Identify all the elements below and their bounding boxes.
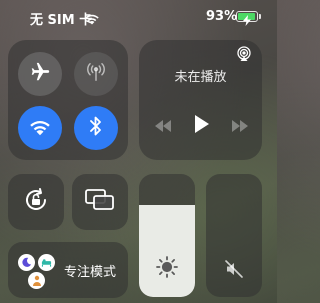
fast-forward-icon[interactable] (230, 118, 250, 137)
brightness-slider[interactable] (139, 174, 195, 297)
battery-cap (259, 14, 261, 19)
carrier-label: 无 SIM 卡 (30, 13, 93, 28)
airplane-mode-toggle[interactable] (18, 52, 62, 96)
play-icon[interactable] (192, 114, 210, 138)
charging-bolt-icon (242, 11, 252, 30)
now-playing-panel[interactable]: 未在播放 (139, 40, 262, 160)
wifi-toggle[interactable] (18, 106, 62, 150)
battery-percent: 93% (206, 9, 238, 24)
person-icon (28, 272, 45, 289)
volume-slider[interactable] (206, 174, 262, 297)
cellular-antenna-icon (85, 61, 107, 87)
now-playing-title: 未在播放 (174, 70, 227, 85)
status-bar: 无 SIM 卡 93% (0, 8, 277, 28)
screen-mirroring-button[interactable] (72, 174, 128, 230)
cellular-data-toggle[interactable] (74, 52, 118, 96)
airplay-icon[interactable] (236, 46, 252, 66)
bluetooth-icon (88, 115, 104, 141)
sun-icon (155, 255, 179, 283)
focus-mode-icons (16, 250, 58, 292)
airplane-icon (29, 61, 51, 87)
moon-icon (18, 254, 35, 271)
focus-mode-label: 专注模式 (64, 265, 117, 280)
screen-mirroring-icon (85, 189, 115, 215)
connectivity-panel (8, 40, 128, 160)
rewind-icon[interactable] (153, 118, 173, 137)
bed-icon (38, 254, 55, 271)
speaker-muted-icon (224, 259, 244, 283)
rotation-lock-icon (22, 186, 50, 218)
orientation-lock-toggle[interactable] (8, 174, 64, 230)
bluetooth-toggle[interactable] (74, 106, 118, 150)
focus-mode-button[interactable]: 专注模式 (8, 242, 128, 298)
wifi-icon (28, 117, 52, 140)
wifi-status-icon (84, 10, 100, 29)
brightness-fill (139, 204, 195, 297)
